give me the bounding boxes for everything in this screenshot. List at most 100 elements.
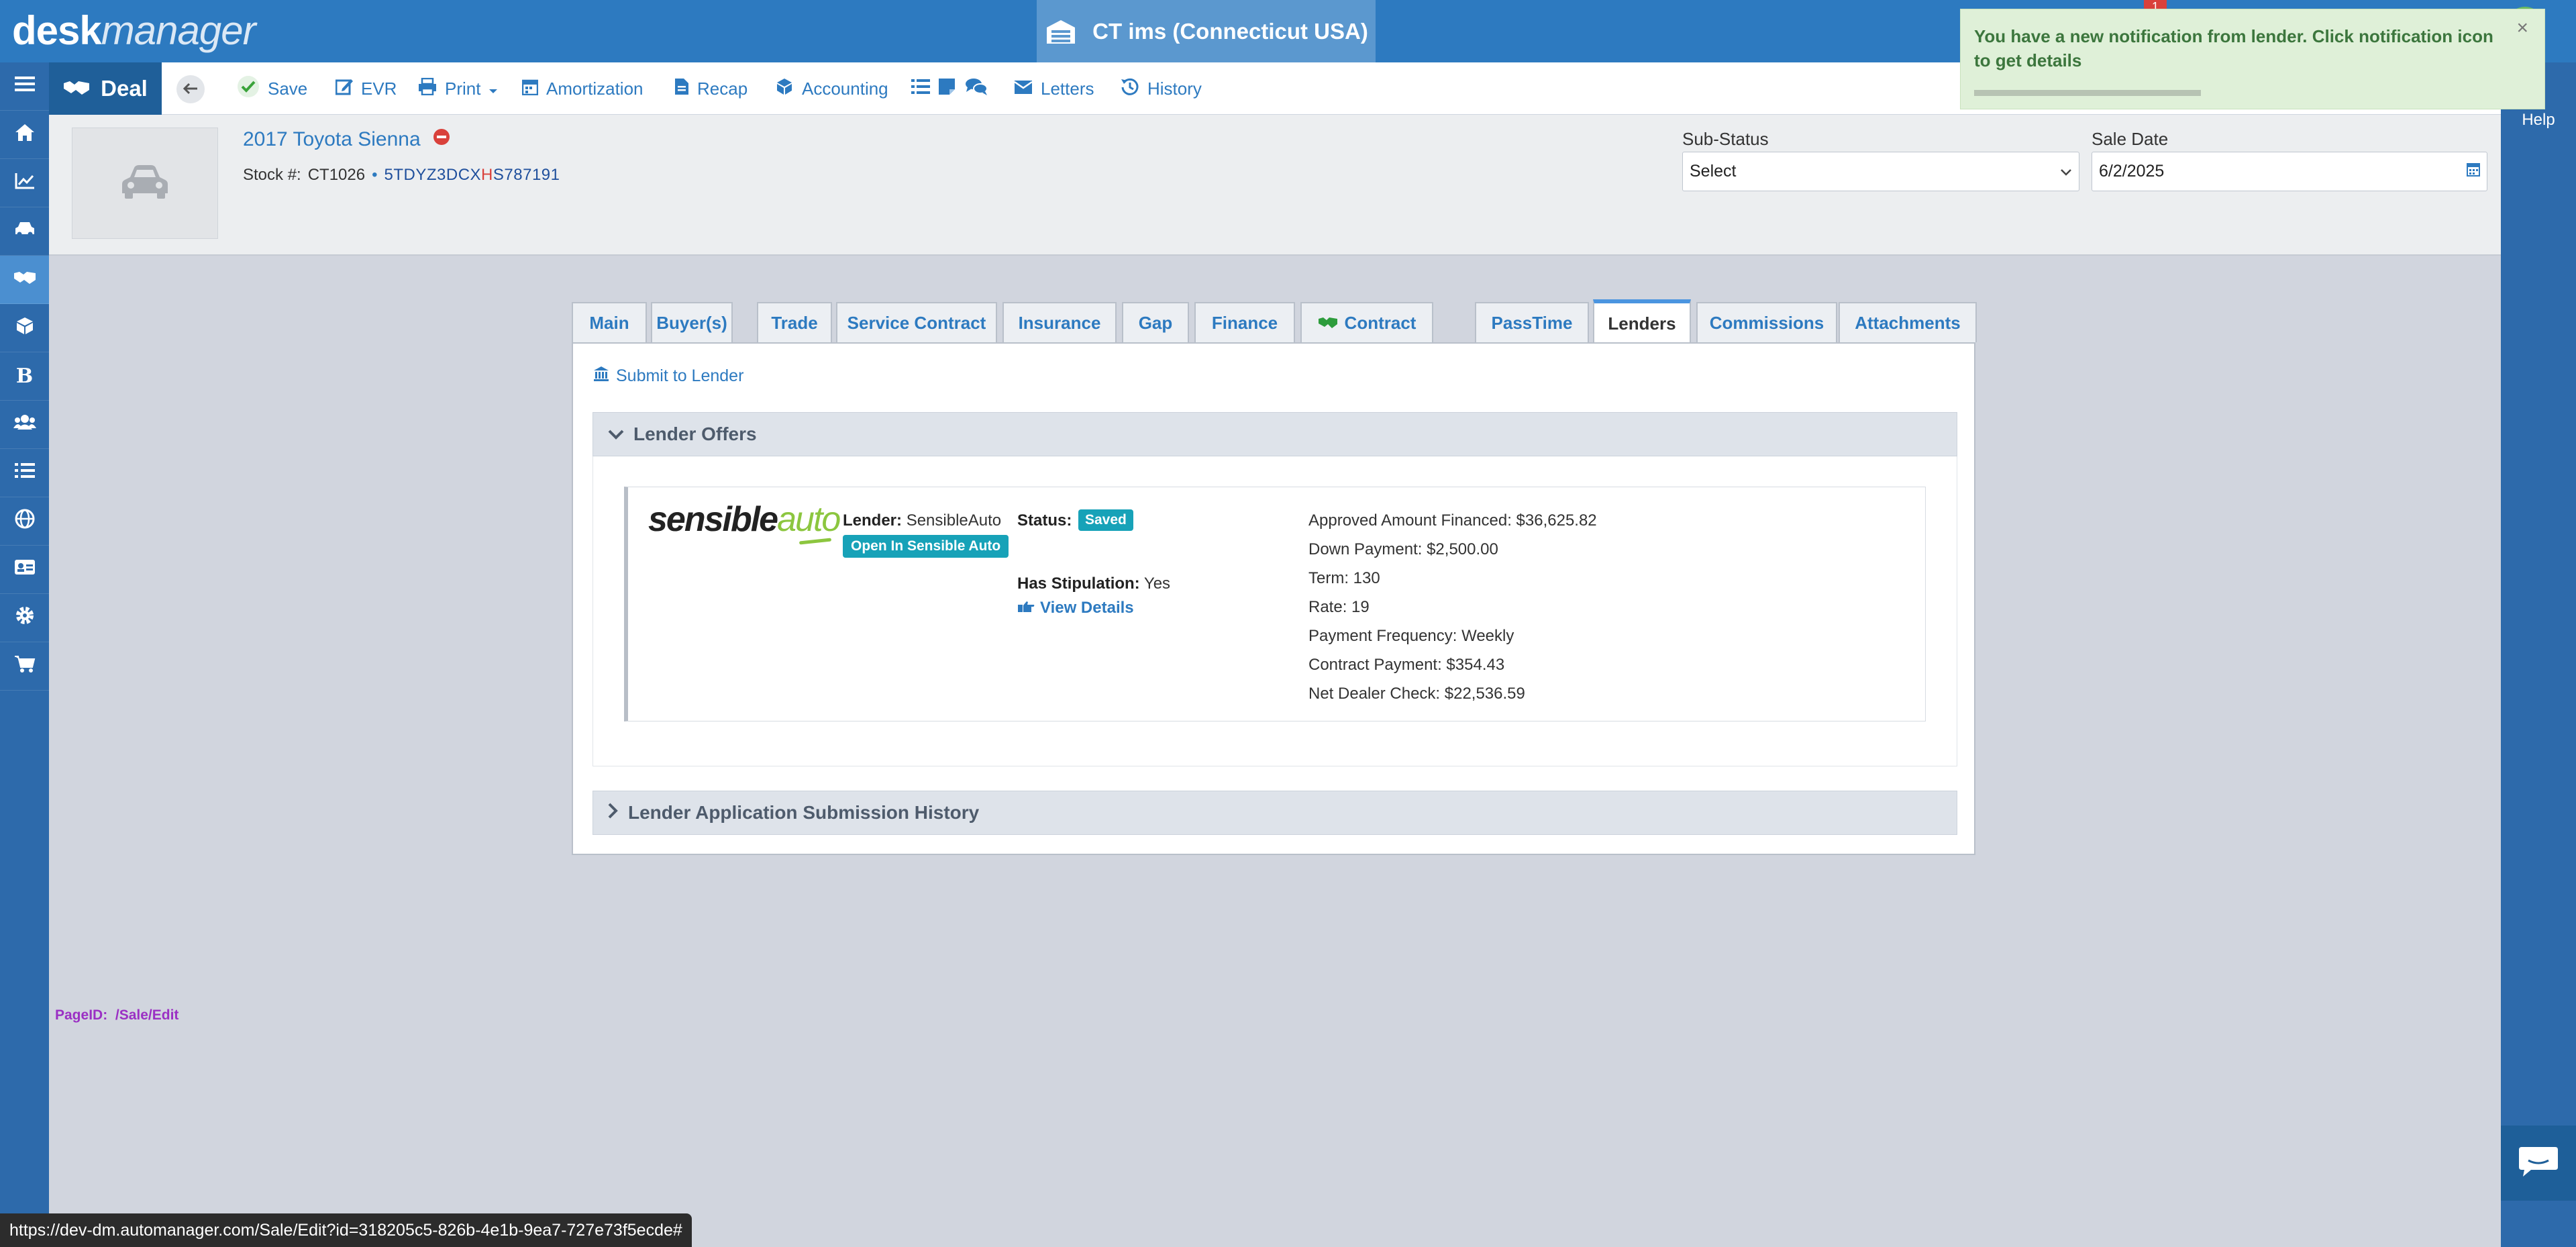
close-icon[interactable]: × (2516, 16, 2528, 40)
detail-rate: Rate: 19 (1308, 598, 1370, 617)
sidebar-item-reports[interactable] (0, 159, 49, 207)
store-selector[interactable]: CT ims (Connecticut USA) (1037, 0, 1376, 62)
chart-icon (15, 172, 35, 194)
sidebar-item-customers[interactable] (0, 401, 49, 449)
lender-offer-card: sensibleauto Lender: SensibleAuto Open I… (624, 487, 1926, 721)
calendar-icon[interactable] (2467, 162, 2480, 181)
vin-number[interactable]: 5TDYZ3DCXHS787191 (384, 166, 560, 185)
list-icon (14, 462, 35, 484)
sidebar-item-contacts[interactable] (0, 546, 49, 594)
sidebar-item-store[interactable] (0, 642, 49, 691)
tab-passtime[interactable]: PassTime (1475, 302, 1589, 342)
arrow-left-icon (183, 80, 198, 99)
page-id-value: /Sale/Edit (115, 1007, 179, 1023)
detail-label: Approved Amount Financed: (1308, 511, 1512, 530)
back-button[interactable] (176, 75, 205, 103)
detail-down-payment: Down Payment: $2,500.00 (1308, 540, 1498, 559)
print-label: Print (445, 78, 481, 99)
submit-to-lender-link[interactable]: Submit to Lender (593, 366, 743, 387)
app-logo[interactable]: deskmanager (12, 7, 256, 55)
deal-tab[interactable]: Deal (49, 62, 162, 115)
tab-contract-label: Contract (1344, 312, 1416, 333)
vehicle-title[interactable]: 2017 Toyota Sienna (243, 128, 450, 151)
open-in-sensible-auto-button[interactable]: Open In Sensible Auto (843, 535, 1009, 558)
recap-button[interactable]: Recap (674, 62, 748, 115)
sidebar-item-tasks[interactable] (0, 449, 49, 497)
print-dropdown[interactable]: Print (418, 62, 498, 115)
tab-lenders[interactable]: Lenders (1593, 299, 1691, 344)
lender-offers-header[interactable]: Lender Offers (593, 412, 1957, 456)
detail-net-dealer-check: Net Dealer Check: $22,536.59 (1308, 685, 1525, 703)
page-id: PageID: /Sale/Edit (55, 1007, 178, 1024)
sidebar-item-buyhere[interactable]: B (0, 352, 49, 401)
sidebar-item-deals[interactable] (0, 256, 49, 304)
recap-label: Recap (697, 78, 748, 99)
tab-service-contract[interactable]: Service Contract (836, 302, 997, 342)
view-details-link[interactable]: View Details (1017, 599, 1134, 617)
detail-payment-frequency: Payment Frequency: Weekly (1308, 627, 1514, 646)
chat-button[interactable] (2501, 1126, 2576, 1201)
letters-button[interactable]: Letters (1014, 62, 1094, 115)
deal-tabs: Main Buyer(s) Trade Service Contract Ins… (572, 299, 1977, 344)
lender-offers-title: Lender Offers (633, 423, 757, 444)
evr-button[interactable]: EVR (335, 62, 397, 115)
view-details-label: View Details (1040, 599, 1134, 617)
tab-buyers[interactable]: Buyer(s) (651, 302, 733, 342)
lender-field: Lender: SensibleAuto (843, 511, 1001, 530)
envelope-icon (1014, 79, 1033, 99)
handshake-icon (13, 269, 36, 290)
amortization-button[interactable]: Amortization (521, 62, 643, 115)
check-circle-icon (237, 75, 260, 103)
logo-sensible: sensible (648, 500, 778, 539)
menu-toggle[interactable] (0, 62, 49, 111)
history-icon (1121, 77, 1139, 101)
help-link[interactable]: Help (2501, 111, 2576, 130)
history-button[interactable]: History (1121, 62, 1202, 115)
vehicle-title-text: 2017 Toyota Sienna (243, 128, 421, 150)
stipulation-value: Yes (1143, 575, 1171, 593)
notes-button[interactable] (938, 62, 956, 115)
separator-dot: • (372, 166, 378, 184)
vehicle-stock-line: Stock #: CT1026 • 5TDYZ3DCXHS787191 (243, 166, 560, 185)
minus-circle-icon[interactable] (433, 128, 450, 151)
sale-date-input[interactable]: 6/2/2025 (2092, 152, 2487, 191)
sidebar-item-home[interactable] (0, 111, 49, 159)
sub-status-select[interactable]: Select (1682, 152, 2079, 191)
cubes-icon (15, 316, 35, 340)
tab-commissions[interactable]: Commissions (1696, 302, 1837, 342)
accounting-button[interactable]: Accounting (775, 62, 888, 115)
logo-manager: manager (101, 8, 256, 53)
checklist-button[interactable] (911, 62, 930, 115)
tab-attachments[interactable]: Attachments (1839, 302, 1977, 342)
sidebar-item-settings[interactable] (0, 594, 49, 642)
detail-value: $354.43 (1446, 656, 1505, 674)
tab-trade[interactable]: Trade (757, 302, 832, 342)
lender-history-header[interactable]: Lender Application Submission History (593, 791, 1957, 835)
sidebar-item-website[interactable] (0, 497, 49, 546)
stock-number: CT1026 (307, 166, 366, 184)
detail-value: 19 (1351, 598, 1370, 616)
detail-label: Net Dealer Check: (1308, 685, 1441, 703)
sidebar-item-parts[interactable] (0, 304, 49, 352)
sidebar-item-inventory[interactable] (0, 207, 49, 256)
vin-part2: S787191 (493, 166, 560, 184)
tab-finance[interactable]: Finance (1194, 302, 1295, 342)
vehicle-photo-placeholder[interactable] (72, 128, 218, 239)
notification-toast[interactable]: You have a new notification from lender.… (1960, 9, 2545, 109)
detail-contract-payment: Contract Payment: $354.43 (1308, 656, 1504, 675)
messages-button[interactable] (965, 62, 988, 115)
right-strip: Help (2501, 62, 2576, 1247)
chevron-down-icon (2060, 162, 2072, 181)
evr-label: EVR (361, 78, 397, 99)
tab-gap[interactable]: Gap (1122, 302, 1189, 342)
vin-part1: 5TDYZ3DCX (384, 166, 482, 184)
print-icon (418, 77, 437, 100)
amortization-label: Amortization (546, 78, 643, 99)
status-badge: Saved (1078, 509, 1133, 531)
logo-desk: desk (12, 8, 102, 53)
save-button[interactable]: Save (237, 62, 307, 115)
tab-insurance[interactable]: Insurance (1002, 302, 1117, 342)
tab-contract[interactable]: Contract (1300, 302, 1433, 342)
tab-main[interactable]: Main (572, 302, 647, 342)
handshake-icon (63, 76, 90, 101)
